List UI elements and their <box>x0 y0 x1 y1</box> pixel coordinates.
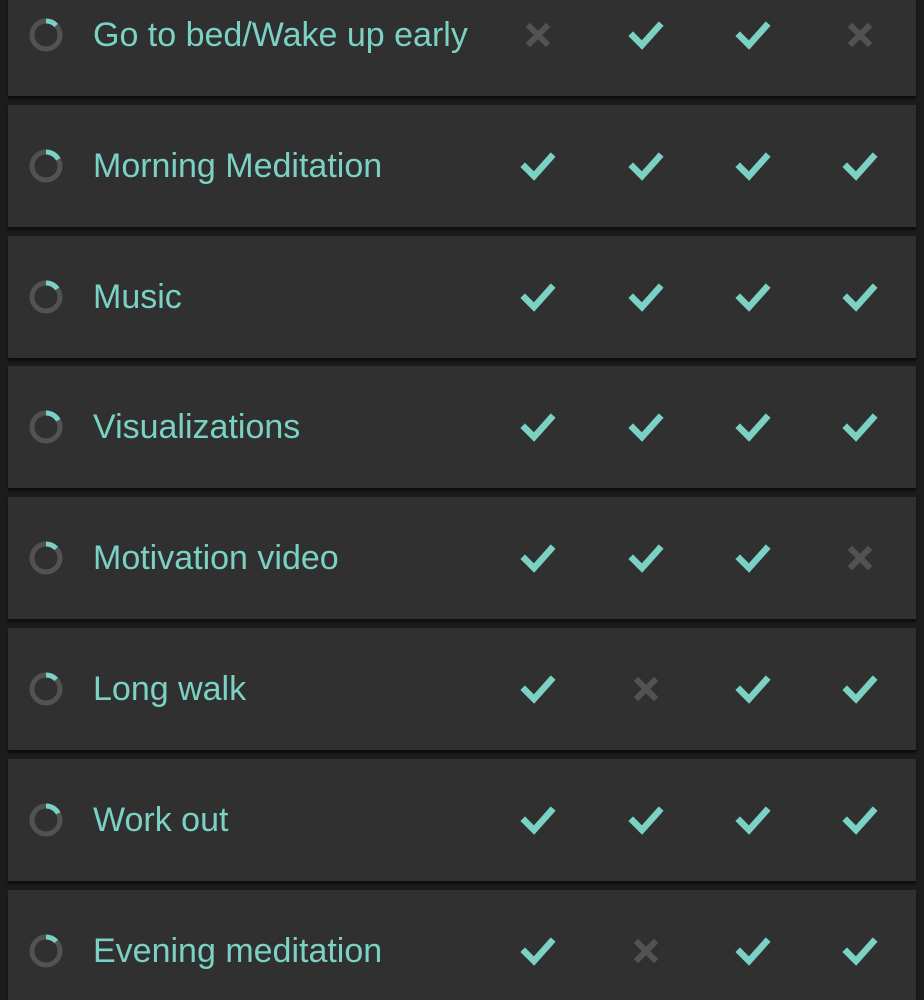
progress-ring-icon <box>28 279 64 315</box>
habit-name: Go to bed/Wake up early <box>93 16 468 54</box>
check-icon[interactable] <box>842 279 878 315</box>
check-icon[interactable] <box>735 409 771 445</box>
habit-name: Morning Meditation <box>93 146 383 185</box>
progress-ring-icon <box>28 802 64 838</box>
check-icon[interactable] <box>520 802 556 838</box>
habit-row[interactable]: Visualizations <box>8 366 916 489</box>
habit-list: Go to bed/Wake up early Morning Meditatio… <box>0 0 924 1000</box>
check-icon[interactable] <box>735 671 771 707</box>
check-icon[interactable] <box>520 540 556 576</box>
habit-row[interactable]: Morning Meditation <box>8 104 916 227</box>
cross-icon[interactable] <box>628 671 664 707</box>
check-icon[interactable] <box>842 409 878 445</box>
habit-name: Music <box>93 277 182 316</box>
habit-name: Visualizations <box>93 408 301 447</box>
check-icon[interactable] <box>628 802 664 838</box>
cross-icon[interactable] <box>842 17 878 53</box>
progress-ring-icon <box>28 671 64 707</box>
habit-row[interactable]: Motivation video <box>8 497 916 620</box>
check-icon[interactable] <box>735 17 771 53</box>
check-icon[interactable] <box>520 933 556 969</box>
check-icon[interactable] <box>628 148 664 184</box>
check-icon[interactable] <box>520 148 556 184</box>
habit-row[interactable]: Music <box>8 235 916 358</box>
cross-icon[interactable] <box>628 933 664 969</box>
habit-name: Evening meditation <box>93 931 383 970</box>
progress-ring-icon <box>28 409 64 445</box>
habit-name: Work out <box>93 800 229 839</box>
habit-row[interactable]: Evening meditation <box>8 889 916 1000</box>
progress-ring-icon <box>28 17 64 53</box>
check-icon[interactable] <box>842 148 878 184</box>
check-icon[interactable] <box>735 148 771 184</box>
check-icon[interactable] <box>735 540 771 576</box>
check-icon[interactable] <box>520 671 556 707</box>
check-icon[interactable] <box>735 279 771 315</box>
check-icon[interactable] <box>520 279 556 315</box>
habit-row[interactable]: Long walk <box>8 628 916 750</box>
check-icon[interactable] <box>735 933 771 969</box>
check-icon[interactable] <box>628 540 664 576</box>
check-icon[interactable] <box>842 802 878 838</box>
progress-ring-icon <box>28 540 64 576</box>
check-icon[interactable] <box>628 409 664 445</box>
check-icon[interactable] <box>628 279 664 315</box>
habit-row[interactable]: Go to bed/Wake up early <box>8 0 916 96</box>
cross-icon[interactable] <box>842 540 878 576</box>
check-icon[interactable] <box>842 933 878 969</box>
habit-name: Motivation video <box>93 539 339 578</box>
check-icon[interactable] <box>520 409 556 445</box>
check-icon[interactable] <box>628 17 664 53</box>
habit-row[interactable]: Work out <box>8 758 916 881</box>
check-icon[interactable] <box>842 671 878 707</box>
progress-ring-icon <box>28 148 64 184</box>
progress-ring-icon <box>28 933 64 969</box>
habit-name: Long walk <box>93 670 247 708</box>
check-icon[interactable] <box>735 802 771 838</box>
cross-icon[interactable] <box>520 17 556 53</box>
